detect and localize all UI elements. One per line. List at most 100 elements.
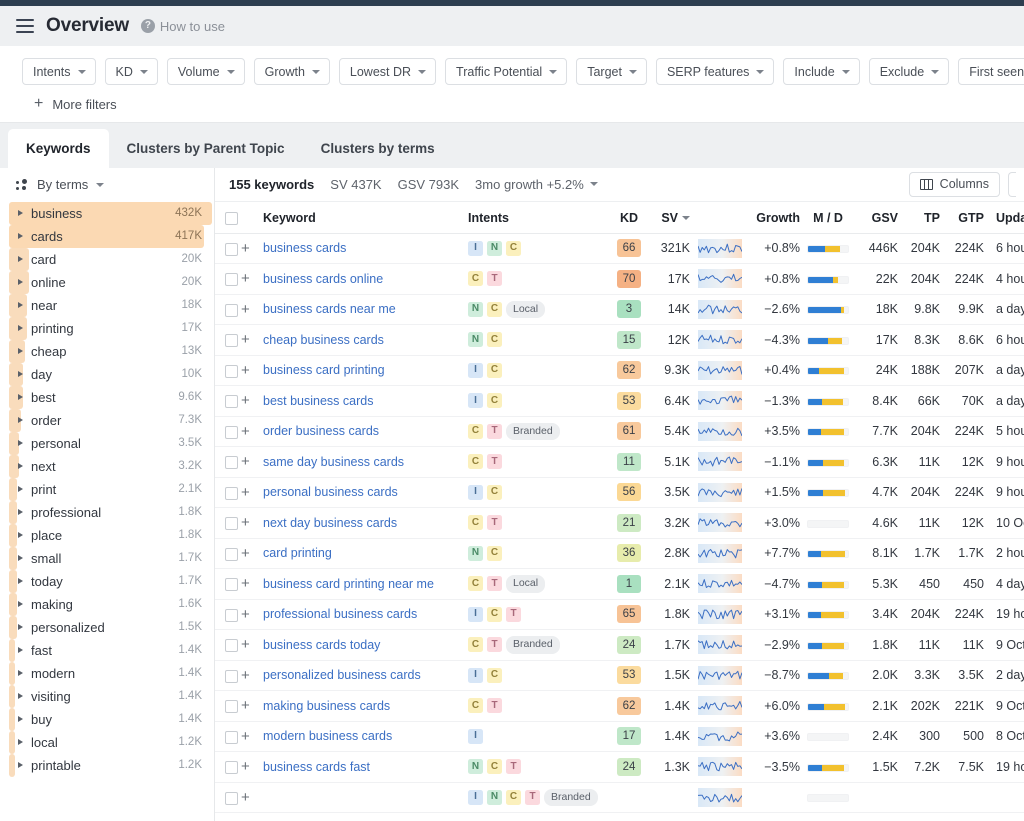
add-keyword-cell[interactable]: + — [241, 782, 263, 814]
row-select-cell[interactable] — [215, 385, 241, 417]
plus-icon[interactable]: + — [241, 363, 250, 378]
row-checkbox[interactable] — [225, 303, 238, 317]
filter-exclude-button[interactable]: Exclude — [868, 58, 950, 85]
sidebar-term-next[interactable]: next 3.2K — [9, 454, 212, 478]
keyword-link[interactable]: business card printing near me — [263, 577, 434, 591]
column-header-spark[interactable] — [694, 201, 746, 234]
row-checkbox[interactable] — [225, 547, 238, 561]
column-header-plus[interactable] — [241, 201, 263, 234]
add-keyword-cell[interactable]: + — [241, 690, 263, 722]
column-header-md[interactable]: M / D — [802, 201, 854, 234]
plus-icon[interactable]: + — [241, 698, 250, 713]
sidebar-term-near[interactable]: near 18K — [9, 293, 212, 317]
plus-icon[interactable]: + — [241, 241, 250, 256]
row-checkbox[interactable] — [225, 334, 238, 348]
table-row[interactable]: + card printing N C 36 2.8K +7.7% 8.1K 1.7K 1.7K 2… — [215, 538, 1024, 570]
keyword-link[interactable]: modern business cards — [263, 729, 392, 743]
row-checkbox[interactable] — [225, 700, 238, 714]
row-checkbox[interactable] — [225, 608, 238, 622]
tab-keywords[interactable]: Keywords — [8, 129, 109, 168]
row-select-cell[interactable] — [215, 507, 241, 539]
keyword-link[interactable]: next day business cards — [263, 516, 397, 530]
row-checkbox[interactable] — [225, 791, 238, 805]
table-row[interactable]: + personalized business cards I C 53 1.5K −8.7… — [215, 660, 1024, 692]
table-row[interactable]: + next day business cards C T 21 3.2K +3.0% 4.6… — [215, 507, 1024, 539]
sidebar-term-day[interactable]: day 10K — [9, 362, 212, 386]
sidebar-term-cheap[interactable]: cheap 13K — [9, 339, 212, 363]
row-checkbox[interactable] — [225, 273, 238, 287]
add-keyword-cell[interactable]: + — [241, 568, 263, 600]
sidebar-term-printing[interactable]: printing 17K — [9, 316, 212, 340]
plus-icon[interactable]: + — [241, 790, 250, 805]
table-row[interactable]: + making business cards C T 62 1.4K +6.0% 2.1K 2… — [215, 690, 1024, 722]
keyword-link[interactable]: order business cards — [263, 424, 379, 438]
plus-icon[interactable]: + — [241, 515, 250, 530]
row-checkbox[interactable] — [225, 639, 238, 653]
column-header-int[interactable]: Intents — [468, 201, 610, 234]
column-header-tp[interactable]: TP — [898, 201, 940, 234]
how-to-use-link[interactable]: ? How to use — [140, 19, 225, 34]
add-keyword-cell[interactable]: + — [241, 385, 263, 417]
add-keyword-cell[interactable]: + — [241, 263, 263, 295]
plus-icon[interactable]: + — [241, 302, 250, 317]
filter-growth-button[interactable]: Growth — [253, 58, 330, 85]
table-row[interactable]: + business cards near me N C Local 3 14K −2.6% 1… — [215, 294, 1024, 326]
table-row[interactable]: + business cards fast N C T 24 1.3K −3.5% 1.5K 7.… — [215, 751, 1024, 783]
row-select-cell[interactable] — [215, 660, 241, 692]
sidebar-term-making[interactable]: making 1.6K — [9, 592, 212, 616]
keyword-link[interactable]: card printing — [263, 546, 332, 560]
sidebar-term-professional[interactable]: professional 1.8K — [9, 500, 212, 524]
filter-volume-button[interactable]: Volume — [166, 58, 245, 85]
row-select-cell[interactable] — [215, 324, 241, 356]
table-row[interactable]: + modern business cards I 17 1.4K +3.6% 2.4K 30… — [215, 721, 1024, 753]
tab-clusters-by-parent-topic[interactable]: Clusters by Parent Topic — [109, 129, 303, 168]
sidebar-term-cards[interactable]: cards 417K — [9, 224, 212, 248]
filter-traffic-potential-button[interactable]: Traffic Potential — [445, 58, 568, 85]
row-checkbox[interactable] — [225, 242, 238, 256]
row-select-cell[interactable] — [215, 263, 241, 295]
keyword-link[interactable]: business cards online — [263, 272, 383, 286]
plus-icon[interactable]: + — [241, 485, 250, 500]
add-keyword-cell[interactable]: + — [241, 324, 263, 356]
sidebar-term-today[interactable]: today 1.7K — [9, 569, 212, 593]
column-header-sv[interactable]: SV — [648, 201, 694, 234]
add-keyword-cell[interactable]: + — [241, 751, 263, 783]
sidebar-term-fast[interactable]: fast 1.4K — [9, 638, 212, 662]
row-select-cell[interactable] — [215, 721, 241, 753]
keyword-link[interactable]: business card printing — [263, 363, 385, 377]
keyword-link[interactable]: personal business cards — [263, 485, 398, 499]
sidebar-term-online[interactable]: online 20K — [9, 270, 212, 294]
column-header-check[interactable] — [215, 201, 241, 234]
growth-selector[interactable]: 3mo growth +5.2% — [475, 177, 598, 192]
table-row[interactable]: + same day business cards C T 11 5.1K −1.1% 6.3… — [215, 446, 1024, 478]
add-keyword-cell[interactable]: + — [241, 477, 263, 509]
keyword-link[interactable]: personalized business cards — [263, 668, 421, 682]
column-header-gsv[interactable]: GSV — [854, 201, 898, 234]
add-keyword-cell[interactable]: + — [241, 660, 263, 692]
sidebar-term-buy[interactable]: buy 1.4K — [9, 707, 212, 731]
column-header-gtp[interactable]: GTP — [940, 201, 984, 234]
row-select-cell[interactable] — [215, 477, 241, 509]
sidebar-term-place[interactable]: place 1.8K — [9, 523, 212, 547]
column-header-growth[interactable]: Growth — [746, 201, 802, 234]
plus-icon[interactable]: + — [241, 759, 250, 774]
sidebar-term-personalized[interactable]: personalized 1.5K — [9, 615, 212, 639]
add-keyword-cell[interactable]: + — [241, 416, 263, 448]
sidebar-term-visiting[interactable]: visiting 1.4K — [9, 684, 212, 708]
filter-serp-features-button[interactable]: SERP features — [655, 58, 775, 85]
row-select-cell[interactable] — [215, 538, 241, 570]
row-checkbox[interactable] — [225, 395, 238, 409]
select-all-checkbox[interactable] — [225, 211, 238, 225]
plus-icon[interactable]: + — [241, 546, 250, 561]
row-select-cell[interactable] — [215, 751, 241, 783]
table-row[interactable]: + I N C T Branded — [215, 782, 1024, 814]
filter-include-button[interactable]: Include — [783, 58, 860, 85]
plus-icon[interactable]: + — [241, 332, 250, 347]
keyword-link[interactable]: same day business cards — [263, 455, 404, 469]
row-checkbox[interactable] — [225, 425, 238, 439]
column-header-kd[interactable]: KD — [610, 201, 648, 234]
plus-icon[interactable]: + — [241, 668, 250, 683]
filter-intents-button[interactable]: Intents — [22, 58, 96, 85]
sidebar-term-card[interactable]: card 20K — [9, 247, 212, 271]
table-row[interactable]: + business cards I N C 66 321K +0.8% 446K 204K 224… — [215, 233, 1024, 265]
